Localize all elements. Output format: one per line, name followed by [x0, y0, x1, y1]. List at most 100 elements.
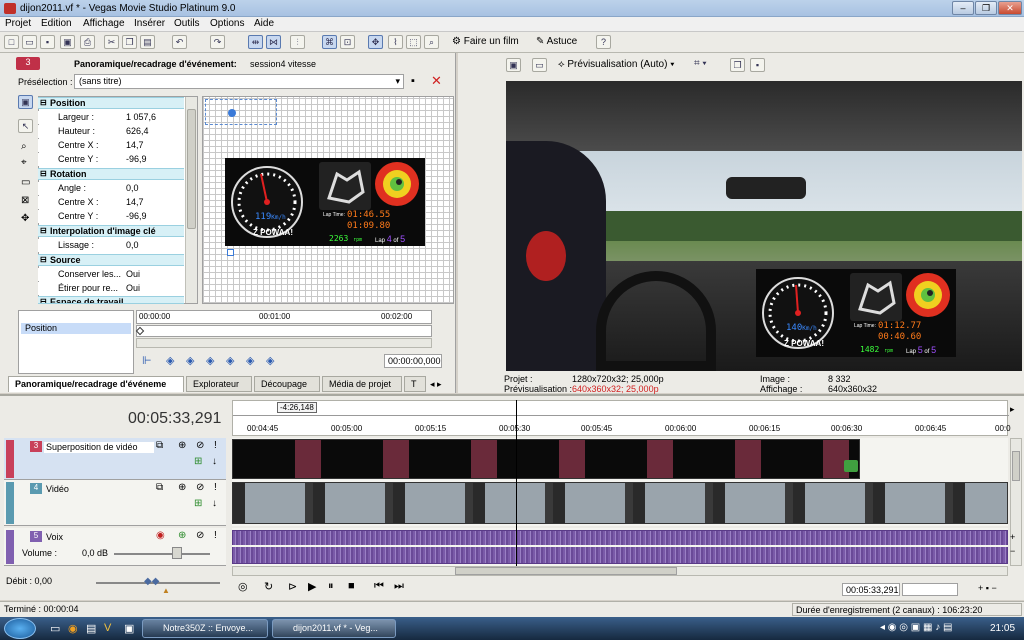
normal-tool-icon[interactable]: ▣: [18, 95, 33, 109]
compositing-icon[interactable]: ⊞: [194, 456, 202, 467]
loop-icon[interactable]: ↻: [264, 580, 273, 593]
event-fx-icon[interactable]: [844, 460, 858, 472]
size-about-center-icon[interactable]: ⊠: [21, 195, 29, 206]
menu-projet[interactable]: Projet: [5, 18, 31, 29]
chrome-icon[interactable]: ◉: [68, 622, 78, 635]
redo-icon[interactable]: ↷: [210, 35, 225, 49]
prop-rot-centre-x[interactable]: Centre X : 14,7: [38, 196, 184, 209]
menu-edition[interactable]: Edition: [41, 18, 72, 29]
transport-timecode[interactable]: 00:05:33,291: [842, 583, 900, 596]
preview-quality-select[interactable]: ⟡ Prévisualisation (Auto) ▾: [558, 59, 674, 70]
loop-marker[interactable]: -4:26,148: [277, 402, 317, 413]
prop-conserver[interactable]: Conserver les... Oui: [38, 268, 184, 281]
frame-rect[interactable]: [205, 99, 277, 125]
timeline-zoom-icons[interactable]: + ▪ −: [978, 583, 997, 593]
go-to-start-icon[interactable]: ⏮: [374, 580, 384, 593]
scroll-thumb[interactable]: [187, 109, 196, 229]
play-from-start-icon[interactable]: ⊳: [288, 580, 297, 593]
track-name[interactable]: Superposition de vidéo: [44, 442, 154, 453]
prop-largeur[interactable]: Largeur : 1 057,6: [38, 111, 184, 124]
record-icon[interactable]: ◎: [238, 580, 248, 593]
auto-crossfade-icon[interactable]: ⋈: [266, 35, 281, 49]
track-name[interactable]: Vidéo: [46, 484, 69, 494]
pan-workspace-canvas[interactable]: 119Km/h Z POWAA! Lap Time: 01:46.55 01:0…: [202, 96, 454, 304]
keyframe-marker[interactable]: [135, 326, 145, 336]
timeline-h-scrollbar[interactable]: [232, 566, 1008, 576]
cut-icon[interactable]: ✂: [104, 35, 119, 49]
group-workspace[interactable]: Espace de travail: [38, 296, 184, 304]
sync-cursor-icon[interactable]: ⊩: [142, 354, 152, 367]
open-icon[interactable]: ▭: [22, 35, 37, 49]
preview-properties-icon[interactable]: ▣: [506, 58, 521, 72]
taskbar-vegas-window[interactable]: dijon2011.vf * - Veg...: [272, 619, 396, 638]
video-preview[interactable]: 140Km/h Z POWAA! Lap Time: 01:12.77 00:4…: [506, 81, 1022, 371]
track-name[interactable]: Voix: [46, 532, 63, 542]
track-header-video[interactable]: 4 Vidéo ⧉ ⊕ ⊘ ! ⊞ ↓: [4, 480, 226, 526]
audio-clip[interactable]: [232, 530, 1008, 564]
last-keyframe-icon[interactable]: ◈: [266, 354, 274, 367]
menu-inserer[interactable]: Insérer: [134, 18, 165, 29]
timeline-ruler[interactable]: -4:26,148 00:04:45 00:05:00 00:05:15 00:…: [232, 400, 1011, 436]
menu-outils[interactable]: Outils: [174, 18, 200, 29]
solo-icon[interactable]: !: [214, 440, 217, 451]
prop-rot-centre-y[interactable]: Centre Y : -96,9: [38, 210, 184, 223]
mute-icon[interactable]: ⊘: [196, 530, 204, 541]
ruler-scroll-icon[interactable]: ▸: [1010, 404, 1015, 415]
solo-icon[interactable]: !: [214, 530, 217, 541]
volume-slider-track[interactable]: [114, 553, 210, 555]
track-motion-icon[interactable]: ⧉: [156, 440, 163, 451]
group-position[interactable]: Position: [38, 97, 184, 109]
h-scroll-thumb[interactable]: [455, 567, 677, 575]
prop-hauteur[interactable]: Hauteur : 626,4: [38, 125, 184, 138]
lock-envelopes-icon[interactable]: ⌘: [322, 35, 337, 49]
menu-aide[interactable]: Aide: [254, 18, 274, 29]
external-monitor-icon[interactable]: ▭: [532, 58, 547, 72]
prop-centre-x[interactable]: Centre X : 14,7: [38, 139, 184, 152]
tab-project-media[interactable]: Média de projet: [322, 376, 402, 392]
track-lane-voice[interactable]: [232, 528, 1008, 566]
prop-centre-y[interactable]: Centre Y : -96,9: [38, 153, 184, 166]
make-movie-button[interactable]: ⚙ Faire un film: [452, 36, 519, 47]
overlays-icon[interactable]: ⌗ ▾: [694, 58, 707, 69]
mute-icon[interactable]: ⊘: [196, 482, 204, 493]
track-fx-icon[interactable]: ⊕: [178, 482, 186, 493]
track-fx-icon[interactable]: ⊕: [178, 440, 186, 451]
keyframe-track-position[interactable]: Position: [21, 323, 131, 334]
next-keyframe-icon[interactable]: ◈: [246, 354, 254, 367]
tab-more[interactable]: T: [404, 376, 426, 392]
print-icon[interactable]: ⎙: [80, 35, 95, 49]
go-to-end-icon[interactable]: ⏭: [394, 580, 404, 593]
zoom-tool-icon[interactable]: ⌕: [424, 35, 439, 49]
zoom-icon[interactable]: ⌕: [21, 141, 27, 152]
copy-snapshot-icon[interactable]: ❐: [730, 58, 745, 72]
keyframe-timecode[interactable]: 00:00:00,000: [384, 354, 442, 368]
zoom-in-icon[interactable]: +: [1010, 532, 1015, 542]
compositing-icon[interactable]: ⊞: [194, 498, 202, 509]
move-icon[interactable]: ⌖: [21, 157, 27, 168]
frame-center-handle[interactable]: [228, 109, 236, 117]
folder-icon[interactable]: ▣: [124, 622, 134, 635]
tab-pan-crop[interactable]: Panoramique/recadrage d'événeme: [8, 376, 184, 392]
rate-slider-thumb[interactable]: ◆◆: [144, 576, 159, 587]
properties-scrollbar[interactable]: [185, 97, 197, 303]
track-header-voice[interactable]: 5 Voix ◉ ⊕ ⊘ ! Volume : 0,0 dB: [4, 528, 226, 566]
preset-select[interactable]: (sans titre) ▾: [74, 74, 404, 89]
playhead-cursor[interactable]: [516, 400, 517, 568]
undo-icon[interactable]: ↶: [172, 35, 187, 49]
group-source[interactable]: Source: [38, 254, 184, 266]
prop-angle[interactable]: Angle : 0,0: [38, 182, 184, 195]
v-scroll-thumb[interactable]: [1012, 451, 1020, 481]
taskbar-chrome-window[interactable]: Notre350Z :: Envoye...: [142, 619, 268, 638]
paste-icon[interactable]: ▤: [140, 35, 155, 49]
group-rotation[interactable]: Rotation: [38, 168, 184, 180]
snap-icon[interactable]: ⇹: [248, 35, 263, 49]
record-arm-icon[interactable]: ◉: [156, 530, 165, 541]
down-arrow-icon[interactable]: ↓: [212, 456, 217, 467]
save-snapshot-icon[interactable]: ▪: [750, 58, 765, 72]
video-clip[interactable]: [232, 482, 1008, 524]
normal-edit-tool-icon[interactable]: ✥: [368, 35, 383, 49]
vegas-icon[interactable]: V: [104, 622, 111, 634]
move-freely-icon[interactable]: ✥: [21, 213, 29, 224]
tray-icons[interactable]: ◂ ◉ ◎ ▣ ▦ ♪ ▤: [880, 622, 953, 633]
selection-length-field[interactable]: [902, 583, 958, 596]
